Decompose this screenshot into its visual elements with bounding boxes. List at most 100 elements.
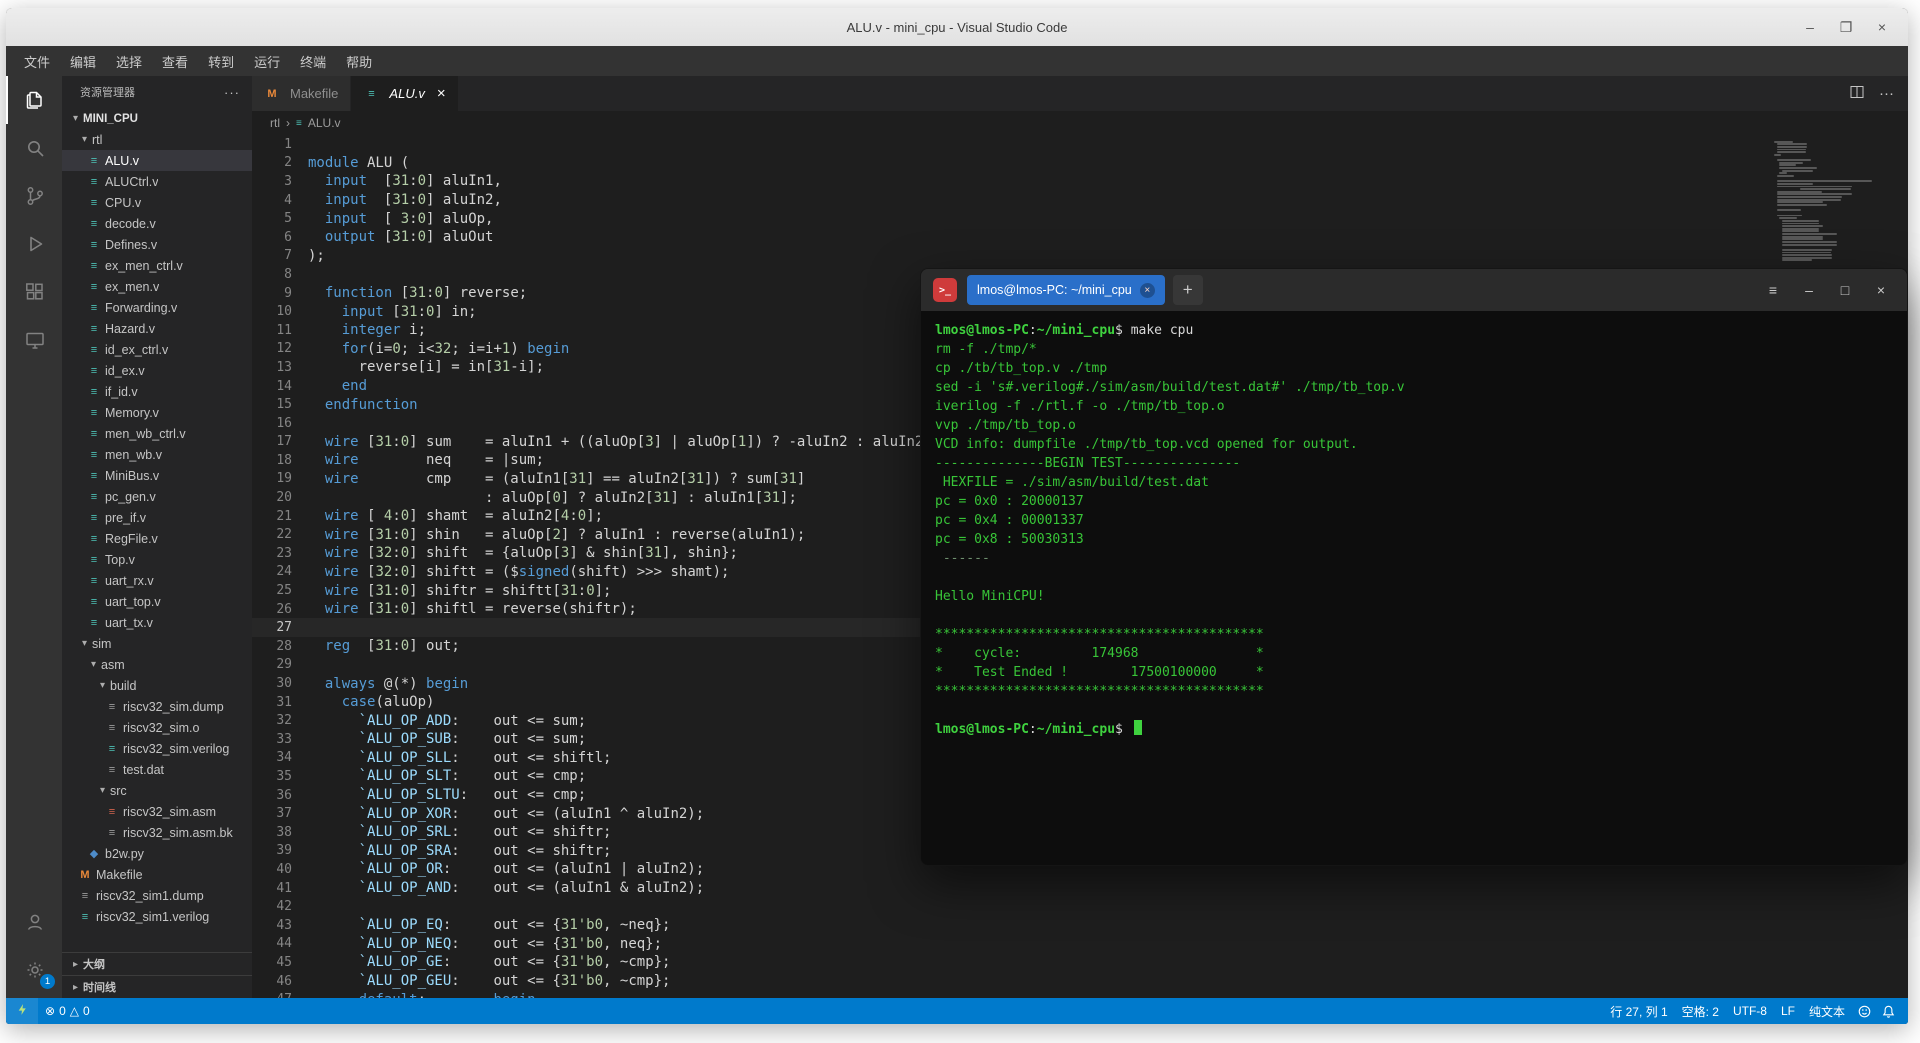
tree-item-ex_men_ctrl.v[interactable]: ≡ex_men_ctrl.v: [62, 255, 252, 276]
code-line[interactable]: 2module ALU (: [252, 154, 1908, 173]
menu-item-文件[interactable]: 文件: [14, 46, 60, 76]
code-line[interactable]: 5 input [ 3:0] aluOp,: [252, 209, 1908, 228]
breadcrumb[interactable]: rtl › ≡ ALU.v: [252, 111, 1908, 135]
code-line[interactable]: 41 `ALU_OP_AND: out <= (aluIn1 & aluIn2)…: [252, 879, 1908, 898]
terminal-menu-icon[interactable]: ≡: [1755, 269, 1791, 311]
tree-item-riscv32_sim.asm.bk[interactable]: ≡riscv32_sim.asm.bk: [62, 822, 252, 843]
activity-source-control[interactable]: [6, 172, 62, 220]
activity-settings[interactable]: 1: [6, 946, 62, 994]
code-line[interactable]: 46 `ALU_OP_GEU: out <= {31'b0, ~cmp};: [252, 972, 1908, 991]
remote-indicator[interactable]: [6, 998, 38, 1024]
tree-item-uart_rx.v[interactable]: ≡uart_rx.v: [62, 570, 252, 591]
terminal-output[interactable]: lmos@lmos-PC:~/mini_cpu$ make cpurm -f .…: [921, 311, 1907, 865]
tree-item-if_id.v[interactable]: ≡if_id.v: [62, 381, 252, 402]
tree-item-src[interactable]: ▾src: [62, 780, 252, 801]
tree-item-test.dat[interactable]: ≡test.dat: [62, 759, 252, 780]
terminal-close-button[interactable]: ×: [1863, 269, 1899, 311]
code-line[interactable]: 7);: [252, 247, 1908, 266]
tree-item-build[interactable]: ▾build: [62, 675, 252, 696]
terminal-titlebar[interactable]: >_ lmos@lmos-PC: ~/mini_cpu × + ≡ – □ ×: [921, 269, 1907, 311]
terminal-tab[interactable]: lmos@lmos-PC: ~/mini_cpu ×: [967, 275, 1165, 305]
tree-item-asm[interactable]: ▾asm: [62, 654, 252, 675]
tree-item-riscv32_sim.dump[interactable]: ≡riscv32_sim.dump: [62, 696, 252, 717]
tree-item-uart_top.v[interactable]: ≡uart_top.v: [62, 591, 252, 612]
menu-item-查看[interactable]: 查看: [152, 46, 198, 76]
activity-remote-explorer[interactable]: [6, 316, 62, 364]
minimap[interactable]: [1774, 138, 1896, 262]
activity-account[interactable]: [6, 898, 62, 946]
tree-item-men_wb_ctrl.v[interactable]: ≡men_wb_ctrl.v: [62, 423, 252, 444]
menu-item-编辑[interactable]: 编辑: [60, 46, 106, 76]
menu-item-终端[interactable]: 终端: [290, 46, 336, 76]
tree-item-Memory.v[interactable]: ≡Memory.v: [62, 402, 252, 423]
tree-item-CPU.v[interactable]: ≡CPU.v: [62, 192, 252, 213]
status-eol[interactable]: LF: [1774, 998, 1802, 1024]
problems-status[interactable]: ⊗0 △0: [38, 998, 97, 1024]
tree-item-sim[interactable]: ▾sim: [62, 633, 252, 654]
tree-item-b2w.py[interactable]: ◆b2w.py: [62, 843, 252, 864]
split-editor-icon[interactable]: [1849, 84, 1865, 104]
window-close-button[interactable]: ×: [1864, 8, 1900, 46]
menu-item-运行[interactable]: 运行: [244, 46, 290, 76]
status-indentation[interactable]: 空格: 2: [1675, 998, 1726, 1024]
tree-item-pc_gen.v[interactable]: ≡pc_gen.v: [62, 486, 252, 507]
code-line[interactable]: 44 `ALU_OP_NEQ: out <= {31'b0, neq};: [252, 935, 1908, 954]
tree-item-men_wb.v[interactable]: ≡men_wb.v: [62, 444, 252, 465]
terminal-minimize-button[interactable]: –: [1791, 269, 1827, 311]
tree-item-riscv32_sim.verilog[interactable]: ≡riscv32_sim.verilog: [62, 738, 252, 759]
code-line[interactable]: 4 input [31:0] aluIn2,: [252, 191, 1908, 210]
tree-item-decode.v[interactable]: ≡decode.v: [62, 213, 252, 234]
breadcrumb-folder[interactable]: rtl: [270, 116, 280, 130]
code-line[interactable]: 45 `ALU_OP_GE: out <= {31'b0, ~cmp};: [252, 953, 1908, 972]
tree-item-MINI_CPU[interactable]: ▾MINI_CPU: [62, 108, 252, 129]
tree-item-pre_if.v[interactable]: ≡pre_if.v: [62, 507, 252, 528]
tree-item-riscv32_sim1.verilog[interactable]: ≡riscv32_sim1.verilog: [62, 906, 252, 927]
tree-item-RegFile.v[interactable]: ≡RegFile.v: [62, 528, 252, 549]
tree-item-ex_men.v[interactable]: ≡ex_men.v: [62, 276, 252, 297]
code-line[interactable]: 47 default: begin: [252, 990, 1908, 998]
sidebar-section-时间线[interactable]: ▸时间线: [62, 975, 252, 998]
tree-item-ALU.v[interactable]: ≡ALU.v: [62, 150, 252, 171]
code-line[interactable]: 3 input [31:0] aluIn1,: [252, 172, 1908, 191]
editor-more-actions-icon[interactable]: ···: [1879, 85, 1894, 102]
tree-item-ALUCtrl.v[interactable]: ≡ALUCtrl.v: [62, 171, 252, 192]
tree-item-riscv32_sim.asm[interactable]: ≡riscv32_sim.asm: [62, 801, 252, 822]
terminal-maximize-button[interactable]: □: [1827, 269, 1863, 311]
terminal-tab-close-icon[interactable]: ×: [1140, 283, 1155, 298]
activity-search[interactable]: [6, 124, 62, 172]
sidebar-more-actions-icon[interactable]: ···: [224, 85, 240, 100]
tree-item-id_ex.v[interactable]: ≡id_ex.v: [62, 360, 252, 381]
tree-item-id_ex_ctrl.v[interactable]: ≡id_ex_ctrl.v: [62, 339, 252, 360]
tree-item-Makefile[interactable]: MMakefile: [62, 864, 252, 885]
menu-item-转到[interactable]: 转到: [198, 46, 244, 76]
tree-item-Forwarding.v[interactable]: ≡Forwarding.v: [62, 297, 252, 318]
tab-Makefile[interactable]: MMakefile: [252, 76, 351, 111]
sidebar-section-大纲[interactable]: ▸大纲: [62, 952, 252, 975]
tree-item-rtl[interactable]: ▾rtl: [62, 129, 252, 150]
tree-item-MiniBus.v[interactable]: ≡MiniBus.v: [62, 465, 252, 486]
status-encoding[interactable]: UTF-8: [1726, 998, 1774, 1024]
status-cursor-position[interactable]: 行 27, 列 1: [1603, 998, 1674, 1024]
menu-item-帮助[interactable]: 帮助: [336, 46, 382, 76]
tab-ALU.v[interactable]: ≡ALU.v×: [351, 76, 458, 111]
activity-explorer[interactable]: [6, 76, 62, 124]
code-line[interactable]: 42: [252, 897, 1908, 916]
code-line[interactable]: 1: [252, 135, 1908, 154]
window-titlebar[interactable]: ALU.v - mini_cpu - Visual Studio Code – …: [6, 8, 1908, 46]
activity-run-debug[interactable]: [6, 220, 62, 268]
tree-item-Defines.v[interactable]: ≡Defines.v: [62, 234, 252, 255]
activity-extensions[interactable]: [6, 268, 62, 316]
window-minimize-button[interactable]: –: [1792, 8, 1828, 46]
status-language-mode[interactable]: 纯文本: [1802, 998, 1852, 1024]
code-line[interactable]: 43 `ALU_OP_EQ: out <= {31'b0, ~neq};: [252, 916, 1908, 935]
terminal-new-tab-button[interactable]: +: [1173, 275, 1203, 305]
breadcrumb-file[interactable]: ALU.v: [308, 116, 341, 130]
menu-item-选择[interactable]: 选择: [106, 46, 152, 76]
tree-item-riscv32_sim1.dump[interactable]: ≡riscv32_sim1.dump: [62, 885, 252, 906]
tree-item-uart_tx.v[interactable]: ≡uart_tx.v: [62, 612, 252, 633]
feedback-icon[interactable]: [1852, 998, 1876, 1024]
tree-item-Hazard.v[interactable]: ≡Hazard.v: [62, 318, 252, 339]
tree-item-Top.v[interactable]: ≡Top.v: [62, 549, 252, 570]
window-maximize-button[interactable]: ❐: [1828, 8, 1864, 46]
close-icon[interactable]: ×: [437, 85, 446, 102]
